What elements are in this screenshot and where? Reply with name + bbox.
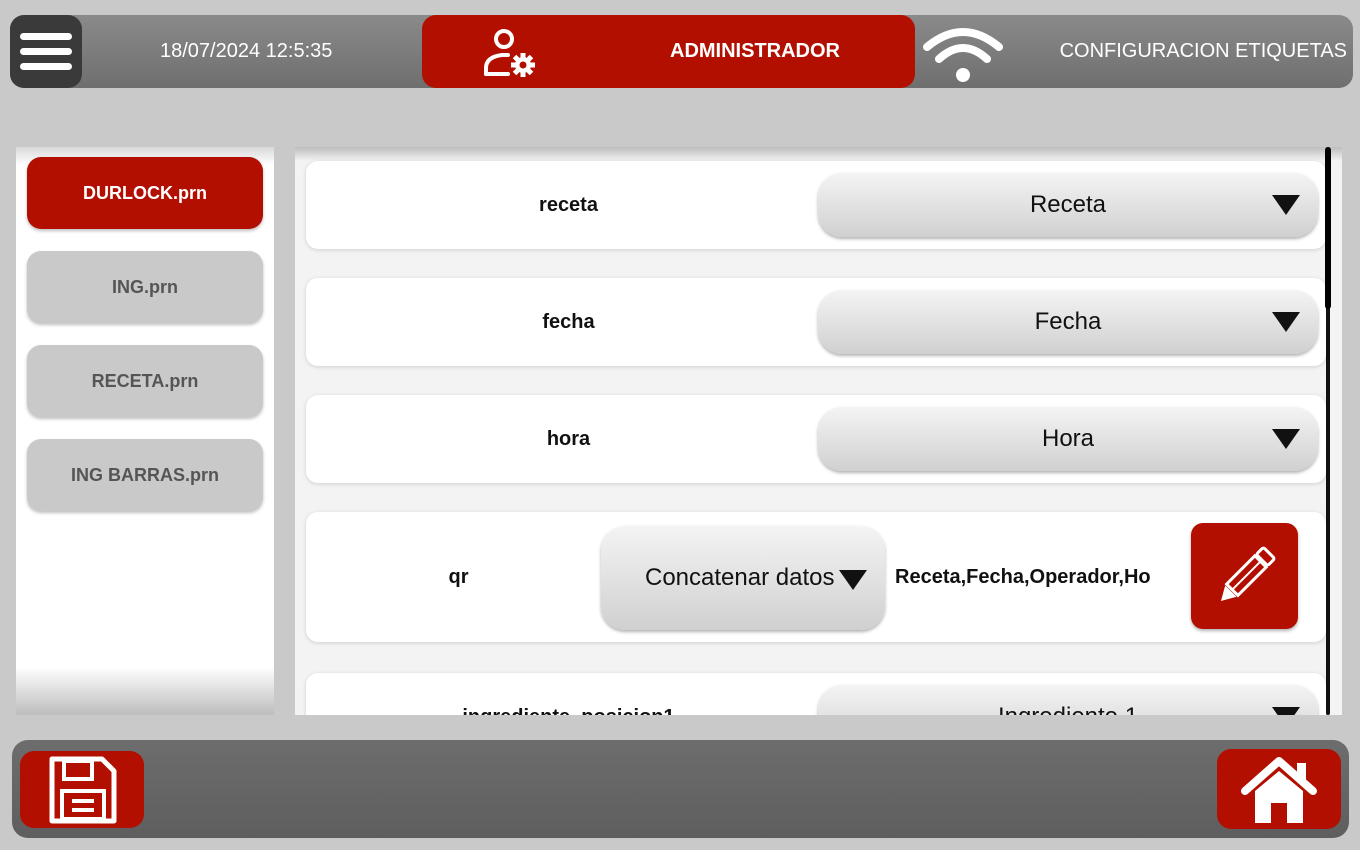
edit-concat-button[interactable] <box>1191 523 1298 629</box>
field-source-select[interactable]: Fecha <box>818 290 1318 354</box>
file-item-ing-barras[interactable]: ING BARRAS.prn <box>27 439 263 511</box>
field-name: fecha <box>542 310 595 333</box>
screen-title: CONFIGURACION ETIQUETAS <box>1059 40 1347 62</box>
field-source-select[interactable]: Ingrediente 1 <box>818 685 1318 715</box>
pencil-icon <box>1220 546 1276 602</box>
chevron-down-icon <box>1272 195 1300 215</box>
scrollbar[interactable] <box>1325 147 1341 717</box>
home-button[interactable] <box>1217 749 1341 829</box>
field-row-receta: receta Receta <box>306 161 1326 249</box>
chevron-down-icon <box>839 570 867 590</box>
top-bar: 18/07/2024 12:5:35 ADMINISTRADOR CONFIGU… <box>10 15 1353 88</box>
file-list: DURLOCK.prn ING.prn RECETA.prn ING BARRA… <box>16 147 274 715</box>
file-item-label: ING.prn <box>112 276 178 297</box>
chevron-down-icon <box>1272 429 1300 449</box>
concat-fields-text: Receta,Fecha,Operador,Ho <box>895 565 1151 588</box>
select-value: Fecha <box>1034 308 1102 335</box>
field-source-select[interactable]: Hora <box>818 407 1318 471</box>
file-item-receta[interactable]: RECETA.prn <box>27 345 263 417</box>
select-value: Ingrediente 1 <box>818 685 1318 715</box>
field-mapping-panel: receta Receta fecha Fecha hora Hora qr C… <box>295 147 1342 715</box>
chevron-down-icon <box>1272 312 1300 332</box>
field-row-fecha: fecha Fecha <box>306 278 1326 366</box>
user-role-box[interactable]: ADMINISTRADOR <box>422 15 915 88</box>
select-value: Receta <box>1029 191 1107 218</box>
field-name: qr <box>448 565 469 588</box>
file-item-durlock[interactable]: DURLOCK.prn <box>27 157 263 229</box>
file-item-ing[interactable]: ING.prn <box>27 251 263 323</box>
field-name: hora <box>546 427 591 450</box>
home-icon <box>1241 757 1317 823</box>
file-item-label: DURLOCK.prn <box>83 182 207 203</box>
select-value: Hora <box>1041 425 1095 452</box>
file-item-label: RECETA.prn <box>91 370 199 391</box>
field-row-qr: qr Concatenar datos Receta,Fecha,Operado… <box>306 512 1326 642</box>
field-name: ingrediente_posicion1 <box>306 673 831 716</box>
field-mode-select[interactable]: Concatenar datos <box>601 526 885 630</box>
datetime-display: 18/07/2024 12:5:35 <box>160 40 333 62</box>
save-button[interactable] <box>20 751 144 828</box>
hamburger-menu-icon <box>20 33 72 40</box>
menu-button[interactable] <box>10 15 82 88</box>
field-row-ingrediente-posicion1: ingrediente_posicion1 Ingrediente 1 <box>306 673 1326 715</box>
field-row-hora: hora Hora <box>306 395 1326 483</box>
field-name: receta <box>539 193 598 216</box>
user-settings-icon <box>484 29 535 77</box>
bottom-bar <box>12 740 1349 838</box>
file-item-label: ING BARRAS.prn <box>71 464 219 485</box>
scrollbar-thumb[interactable] <box>1325 147 1331 309</box>
save-icon <box>49 756 117 824</box>
chevron-down-icon <box>1272 707 1300 715</box>
user-role-label: ADMINISTRADOR <box>670 40 840 62</box>
field-source-select[interactable]: Receta <box>818 173 1318 237</box>
wifi-icon <box>923 28 1003 82</box>
